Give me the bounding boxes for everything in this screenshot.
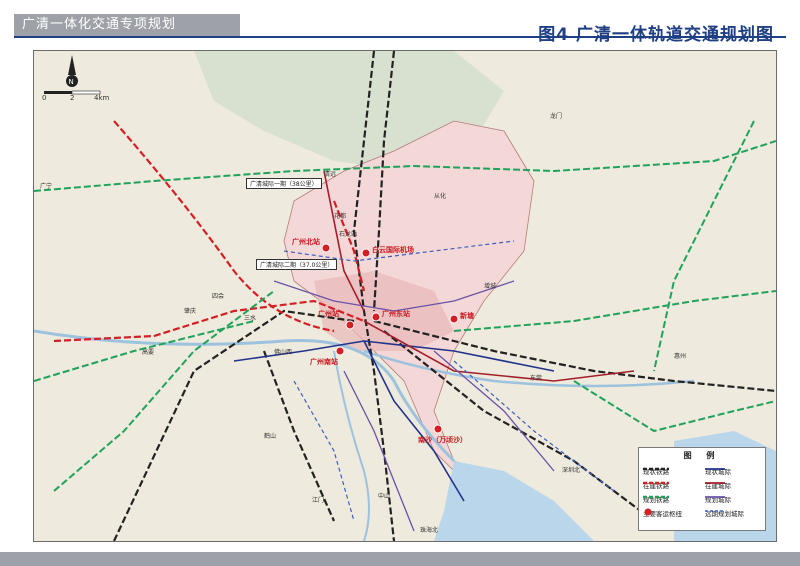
north-arrow-icon [68, 55, 76, 75]
place-label: 广宁 [40, 183, 53, 190]
legend-item: 规划城际 [705, 494, 731, 504]
place-label: 龙门 [550, 113, 563, 120]
place-label: 肇庆 [184, 308, 197, 315]
hub-nansha[interactable] [433, 424, 443, 434]
place-label: 清远 [324, 171, 337, 178]
map-title: 图4 广清一体轨道交通规划图 [538, 25, 774, 45]
station-label-baiyun-airport: 白云国际机场 [372, 246, 414, 254]
legend-item: 规划铁路 [643, 494, 669, 504]
map-legend: 图 例 现状铁路 在建铁路 规划铁路 主要客运枢纽 现状城际 在建城际 规划城际 [638, 447, 766, 531]
callout-phase1: 广清城际一期（38公里） [246, 178, 322, 189]
place-label: 鹤山 [264, 433, 277, 440]
place-label: 从化 [434, 193, 447, 200]
hub-guangzhou-station[interactable] [345, 320, 355, 330]
legend-swatch [705, 510, 725, 512]
place-label: 佛山西 [274, 349, 293, 356]
place-label: 深圳北 [562, 467, 581, 474]
legend-item: 主要客运枢纽 [643, 508, 682, 518]
map-canvas[interactable]: 广清城际一期（38公里） 广清城际二期（37.0公里） 广州北站 白云国际机场 … [33, 50, 777, 542]
place-label: 东莞 [530, 375, 543, 382]
scale-mid: 2 [70, 94, 74, 101]
north-letter: N [69, 78, 74, 86]
station-label-guangzhou-south: 广州南站 [310, 358, 338, 366]
legend-swatch [643, 495, 669, 499]
document-header-tab: 广清一体化交通专项规划 [14, 14, 240, 36]
hub-baiyun-airport[interactable] [361, 248, 371, 258]
place-label: 四会 [212, 293, 225, 300]
scale-end: 4km [94, 94, 110, 101]
legend-swatch [705, 468, 725, 470]
legend-swatch [705, 482, 725, 484]
station-label-nansha: 南沙（万顷沙） [418, 436, 467, 444]
station-label-xintang: 新塘 [460, 312, 474, 320]
legend-swatch [705, 496, 725, 498]
place-label: 增城 [484, 283, 497, 290]
hub-guangzhou-east[interactable] [371, 312, 381, 322]
place-label: 中山 [378, 493, 391, 500]
hub-xintang[interactable] [449, 314, 459, 324]
place-label: 惠州 [674, 353, 687, 360]
place-label: 珠海北 [420, 527, 439, 534]
legend-title: 图 例 [683, 451, 721, 460]
scale-zero: 0 [42, 94, 46, 101]
station-label-guangzhou: 广州站 [318, 310, 339, 318]
callout-phase2: 广清城际二期（37.0公里） [256, 259, 338, 270]
document-title: 广清一体化交通专项规划 [22, 17, 177, 32]
place-label: 高要 [142, 349, 155, 356]
compass-scale: N 0 2 4km [42, 55, 110, 101]
hub-guangzhou-south[interactable] [335, 346, 345, 356]
legend-swatch [643, 481, 669, 485]
hub-guangzhou-north[interactable] [321, 243, 331, 253]
legend-swatch [643, 467, 669, 471]
legend-item: 现状城际 [705, 466, 731, 476]
legend-item: 在建城际 [705, 480, 731, 490]
footer-band [0, 552, 800, 566]
legend-item: 现状铁路 [643, 466, 669, 476]
station-label-guangzhou-north: 广州北站 [292, 238, 320, 246]
place-label: 江门 [312, 497, 325, 504]
place-label: 花都 [334, 213, 347, 220]
station-label-guangzhou-east: 广州东站 [382, 310, 410, 318]
legend-item: 远期规划城际 [705, 508, 744, 518]
place-label: 石龙站 [339, 231, 358, 238]
legend-item: 在建铁路 [643, 480, 669, 490]
place-label: 三水 [244, 315, 257, 322]
legend-swatch [644, 508, 652, 516]
